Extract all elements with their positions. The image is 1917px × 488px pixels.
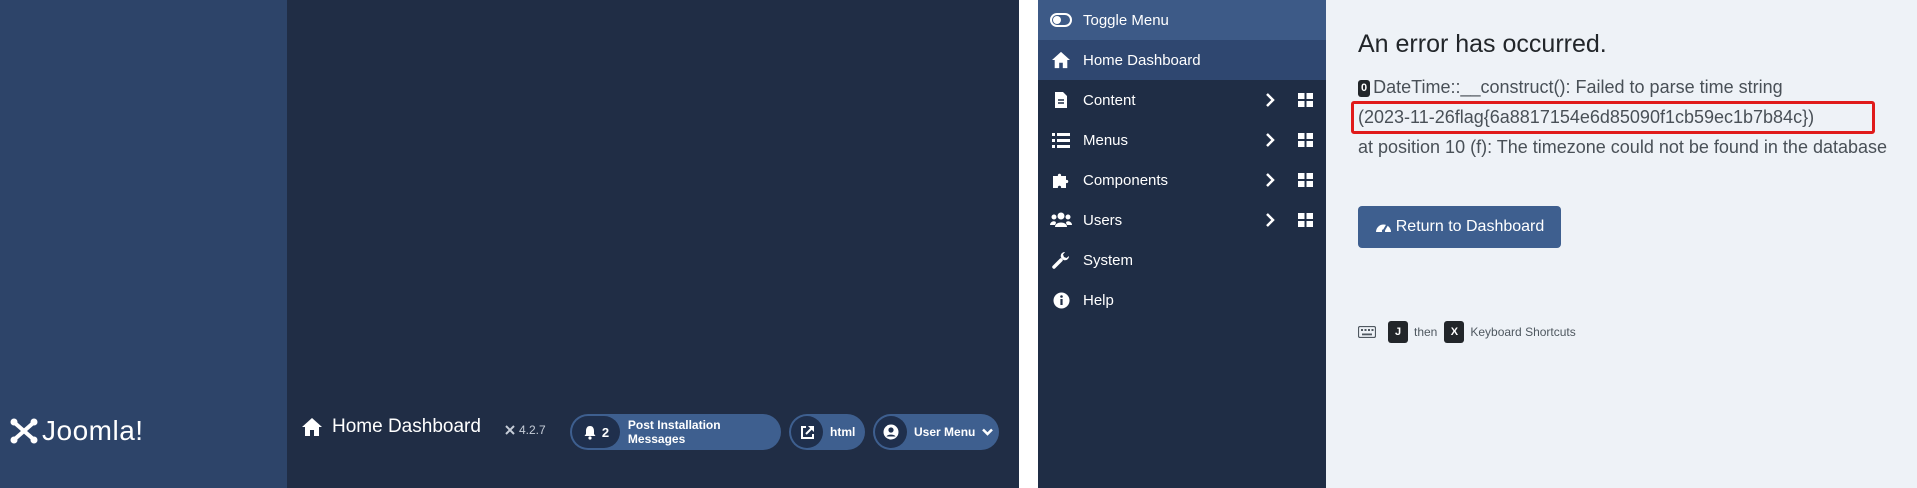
shortcut-key-x: X: [1444, 321, 1465, 343]
notification-count: 2: [601, 424, 610, 440]
error-message-end: at position 10 (f): The timezone could n…: [1358, 137, 1888, 157]
version-text: 4.2.7: [519, 423, 546, 437]
main-content: An error has occurred. 0 DateTime::__cons…: [1326, 0, 1917, 488]
return-button-label: Return to Dashboard: [1395, 218, 1545, 235]
chevron-right-icon[interactable]: [1262, 212, 1278, 228]
keyboard-icon: [1358, 326, 1376, 338]
page-title-text: Home Dashboard: [332, 416, 481, 437]
info-icon: [1050, 291, 1072, 309]
return-to-dashboard-button[interactable]: Return to Dashboard: [1358, 206, 1561, 248]
wrench-icon: [1050, 251, 1072, 269]
user-menu-label: User Menu: [914, 425, 976, 439]
sidebar-item-toggle-menu[interactable]: Toggle Menu: [1038, 0, 1326, 40]
sidebar-item-label: Users: [1083, 211, 1123, 229]
sidebar-item-label: Content: [1083, 91, 1136, 109]
view-site-button[interactable]: html: [789, 414, 865, 450]
file-icon: [1050, 91, 1072, 109]
page-title: Home Dashboard: [301, 416, 481, 438]
joomla-logo[interactable]: Joomla!: [8, 413, 144, 449]
dashboard-grid-icon[interactable]: [1298, 93, 1313, 107]
sidebar-item-label: Components: [1083, 171, 1169, 189]
dashboard-grid-icon[interactable]: [1298, 133, 1313, 147]
sidebar-item-components[interactable]: Components: [1038, 160, 1326, 200]
chevron-down-icon: [982, 428, 994, 436]
user-circle-icon: [883, 424, 899, 440]
notification-label: Post Installation Messages: [627, 418, 721, 446]
user-avatar: [875, 416, 907, 448]
dashboard-grid-icon[interactable]: [1298, 213, 1313, 227]
toggle-icon: [1050, 11, 1072, 29]
user-menu-button[interactable]: User Menu: [873, 414, 999, 450]
bell-icon: [584, 425, 596, 440]
puzzle-icon: [1050, 171, 1072, 189]
dashboard-gauge-icon: [1375, 223, 1391, 233]
sidebar-item-help[interactable]: Help: [1038, 280, 1326, 320]
external-link-circle: [791, 416, 823, 448]
list-icon: [1050, 131, 1072, 149]
sidebar-item-menus[interactable]: Menus: [1038, 120, 1326, 160]
shortcut-key-j: J: [1388, 321, 1408, 343]
chevron-right-icon[interactable]: [1262, 172, 1278, 188]
sidebar-item-label: Help: [1083, 291, 1114, 309]
sidebar-item-users[interactable]: Users: [1038, 200, 1326, 240]
sidebar-item-label: Home Dashboard: [1083, 51, 1201, 69]
error-highlight-box: [1351, 101, 1875, 134]
joomla-logo-icon: [10, 418, 38, 444]
sidebar-item-label: System: [1083, 251, 1134, 269]
error-title: An error has occurred.: [1358, 30, 1607, 58]
sidebar-item-content[interactable]: Content: [1038, 80, 1326, 120]
error-message-start: DateTime::__construct(): Failed to parse…: [1373, 77, 1783, 97]
sidebar-item-system[interactable]: System: [1038, 240, 1326, 280]
joomla-small-icon: [505, 425, 515, 435]
sidebar-item-label: Menus: [1083, 131, 1129, 149]
external-link-icon: [800, 425, 814, 439]
logo-column: Joomla!: [0, 0, 287, 488]
users-icon: [1050, 211, 1072, 229]
home-icon: [1050, 51, 1072, 69]
keyboard-shortcuts-hint: J then X Keyboard Shortcuts: [1358, 321, 1576, 343]
header-bar: Joomla! Home Dashboard 4.2.7 2 Post Inst…: [0, 0, 1019, 488]
layout-gap: [1019, 0, 1038, 488]
notification-counter: 2: [572, 416, 620, 448]
dashboard-grid-icon[interactable]: [1298, 173, 1313, 187]
shortcut-label[interactable]: Keyboard Shortcuts: [1470, 325, 1575, 339]
sidebar: Toggle Menu Home Dashboard Content Menus…: [1038, 0, 1326, 488]
shortcut-then: then: [1414, 325, 1438, 339]
sidebar-item-home-dashboard[interactable]: Home Dashboard: [1038, 40, 1326, 80]
logo-text: Joomla!: [42, 415, 144, 446]
version-badge: 4.2.7: [504, 423, 546, 437]
chevron-right-icon[interactable]: [1262, 132, 1278, 148]
error-code-badge: 0: [1358, 80, 1371, 97]
home-icon: [302, 418, 322, 436]
view-site-label: html: [830, 425, 856, 439]
sidebar-item-label: Toggle Menu: [1083, 11, 1169, 29]
chevron-right-icon[interactable]: [1262, 92, 1278, 108]
post-install-messages-button[interactable]: 2 Post Installation Messages: [570, 414, 781, 450]
